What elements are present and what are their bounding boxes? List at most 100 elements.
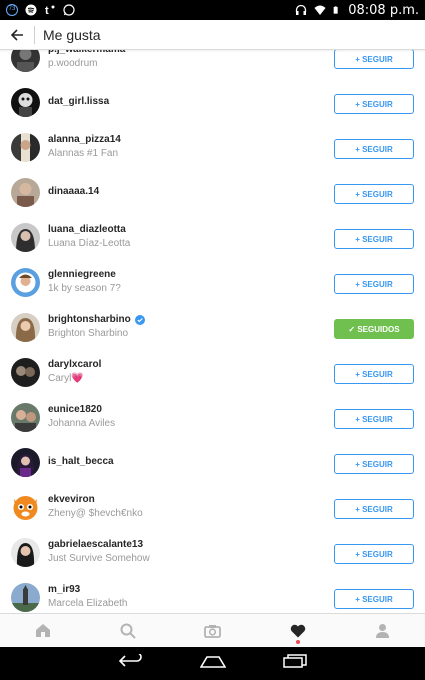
follow-button[interactable]: + SEGUIR — [334, 274, 414, 294]
full-name: Alannas #1 Fan — [48, 148, 119, 159]
list-item[interactable]: alanna_pizza14 Alannas #1 Fan + SEGUIR — [0, 125, 425, 170]
avatar[interactable] — [11, 313, 40, 342]
camera-icon — [204, 624, 221, 638]
username-text[interactable]: gabrielaescalante13 — [48, 539, 143, 550]
full-name: p.woodrum — [48, 58, 98, 69]
avatar[interactable] — [11, 88, 40, 117]
search-icon — [120, 623, 136, 639]
follow-button[interactable]: + SEGUIR — [334, 454, 414, 474]
full-name: Marcela Elizabeth — [48, 598, 128, 609]
list-item[interactable]: m_ir93 Marcela Elizabeth + SEGUIR — [0, 575, 425, 613]
full-name: Brighton Sharbino — [48, 328, 129, 339]
username[interactable]: darylxcarol — [48, 359, 101, 370]
follow-button[interactable]: + SEGUIR — [334, 139, 414, 159]
whatsapp-icon — [63, 4, 75, 16]
username-text[interactable]: is_halt_becca — [48, 456, 114, 467]
avatar[interactable] — [11, 358, 40, 387]
username-text[interactable]: alanna_pizza14 — [48, 134, 121, 145]
nav-home[interactable] — [0, 614, 85, 647]
list-item[interactable]: brightonsharbino Brighton Sharbino ✓ SEG… — [0, 305, 425, 350]
user-text: brightonsharbino Brighton Sharbino — [48, 314, 145, 339]
status-bar-left: 73 t — [6, 4, 295, 16]
nav-profile[interactable] — [340, 614, 425, 647]
username[interactable]: eunice1820 — [48, 404, 115, 415]
username[interactable]: dinaaaa.14 — [48, 186, 99, 197]
list-item[interactable]: darylxcarol Caryl💗 + SEGUIR — [0, 350, 425, 395]
nav-search[interactable] — [85, 614, 170, 647]
status-time: 08:08 p.m. — [348, 2, 419, 18]
avatar[interactable] — [11, 133, 40, 162]
system-recents-button[interactable] — [282, 654, 307, 673]
list-item[interactable]: luana_diazleotta Luana Díaz-Leotta + SEG… — [0, 215, 425, 260]
battery-icon — [333, 6, 338, 14]
likes-list[interactable]: p.j_walkermama p.woodrum + SEGUIR dat_gi… — [0, 35, 425, 613]
username[interactable]: is_halt_becca — [48, 456, 114, 467]
follow-button[interactable]: + SEGUIR — [334, 589, 414, 609]
username-text[interactable]: dinaaaa.14 — [48, 186, 99, 197]
username[interactable]: dat_girl.lissa — [48, 96, 109, 107]
full-name: Johanna Aviles — [48, 418, 116, 429]
avatar[interactable] — [11, 223, 40, 252]
follow-button[interactable]: + SEGUIR — [334, 49, 414, 69]
username-text[interactable]: ekveviron — [48, 494, 95, 505]
avatar[interactable] — [11, 403, 40, 432]
nav-activity[interactable] — [255, 614, 340, 647]
list-item[interactable]: dat_girl.lissa + SEGUIR — [0, 80, 425, 125]
username[interactable]: alanna_pizza14 — [48, 134, 121, 145]
notification-73-icon: 73 — [6, 4, 18, 16]
list-item[interactable]: eunice1820 Johanna Aviles + SEGUIR — [0, 395, 425, 440]
avatar[interactable] — [11, 583, 40, 612]
username-text[interactable]: darylxcarol — [48, 359, 101, 370]
back-icon — [118, 652, 142, 667]
follow-button[interactable]: + SEGUIR — [334, 94, 414, 114]
follow-button[interactable]: + SEGUIR — [334, 409, 414, 429]
home-icon — [35, 624, 50, 637]
user-text: is_halt_becca — [48, 456, 114, 467]
username-text[interactable]: m_ir93 — [48, 584, 80, 595]
follow-button[interactable]: + SEGUIR — [334, 229, 414, 249]
avatar[interactable] — [11, 268, 40, 297]
list-item[interactable]: ekveviron Zheny@ $hevch€nko + SEGUIR — [0, 485, 425, 530]
spotify-icon — [25, 4, 37, 16]
wifi-icon — [314, 5, 326, 15]
full-name: Luana Díaz-Leotta — [48, 238, 131, 249]
avatar[interactable] — [11, 538, 40, 567]
list-item[interactable]: dinaaaa.14 + SEGUIR — [0, 170, 425, 215]
following-button[interactable]: ✓ SEGUIDOS — [334, 319, 414, 339]
full-name: Zheny@ $hevch€nko — [48, 508, 143, 519]
avatar[interactable] — [11, 448, 40, 477]
user-text: m_ir93 Marcela Elizabeth — [48, 584, 127, 609]
username-text[interactable]: eunice1820 — [48, 404, 102, 415]
username[interactable]: ekveviron — [48, 494, 143, 505]
nav-camera[interactable] — [170, 614, 255, 647]
username[interactable]: m_ir93 — [48, 584, 127, 595]
username-text[interactable]: dat_girl.lissa — [48, 96, 109, 107]
username-text[interactable]: glenniegreene — [48, 269, 116, 280]
username-text[interactable]: luana_diazleotta — [48, 224, 126, 235]
avatar[interactable] — [11, 493, 40, 522]
follow-button[interactable]: + SEGUIR — [334, 499, 414, 519]
username-text[interactable]: brightonsharbino — [48, 314, 131, 325]
status-bar-right: 08:08 p.m. — [295, 3, 419, 18]
username[interactable]: glenniegreene — [48, 269, 121, 280]
tumblr-icon: t — [45, 5, 55, 16]
notification-dot — [295, 640, 300, 644]
list-item[interactable]: is_halt_becca + SEGUIR — [0, 440, 425, 485]
username[interactable]: luana_diazleotta — [48, 224, 130, 235]
follow-button[interactable]: + SEGUIR — [334, 544, 414, 564]
username[interactable]: gabrielaescalante13 — [48, 539, 150, 550]
system-back-button[interactable] — [118, 652, 143, 673]
back-button[interactable] — [0, 20, 34, 50]
full-name: 1k by season 7? — [48, 283, 121, 294]
avatar[interactable] — [11, 178, 40, 207]
follow-button[interactable]: + SEGUIR — [334, 364, 414, 384]
follow-button[interactable]: + SEGUIR — [334, 184, 414, 204]
list-item[interactable]: gabrielaescalante13 Just Survive Somehow… — [0, 530, 425, 575]
list-item[interactable]: glenniegreene 1k by season 7? + SEGUIR — [0, 260, 425, 305]
bottom-nav — [0, 613, 425, 647]
system-home-button[interactable] — [199, 655, 226, 673]
profile-icon — [376, 624, 389, 638]
headphones-icon — [296, 4, 307, 15]
full-name: Just Survive Somehow — [48, 553, 150, 564]
username[interactable]: brightonsharbino — [48, 314, 145, 325]
